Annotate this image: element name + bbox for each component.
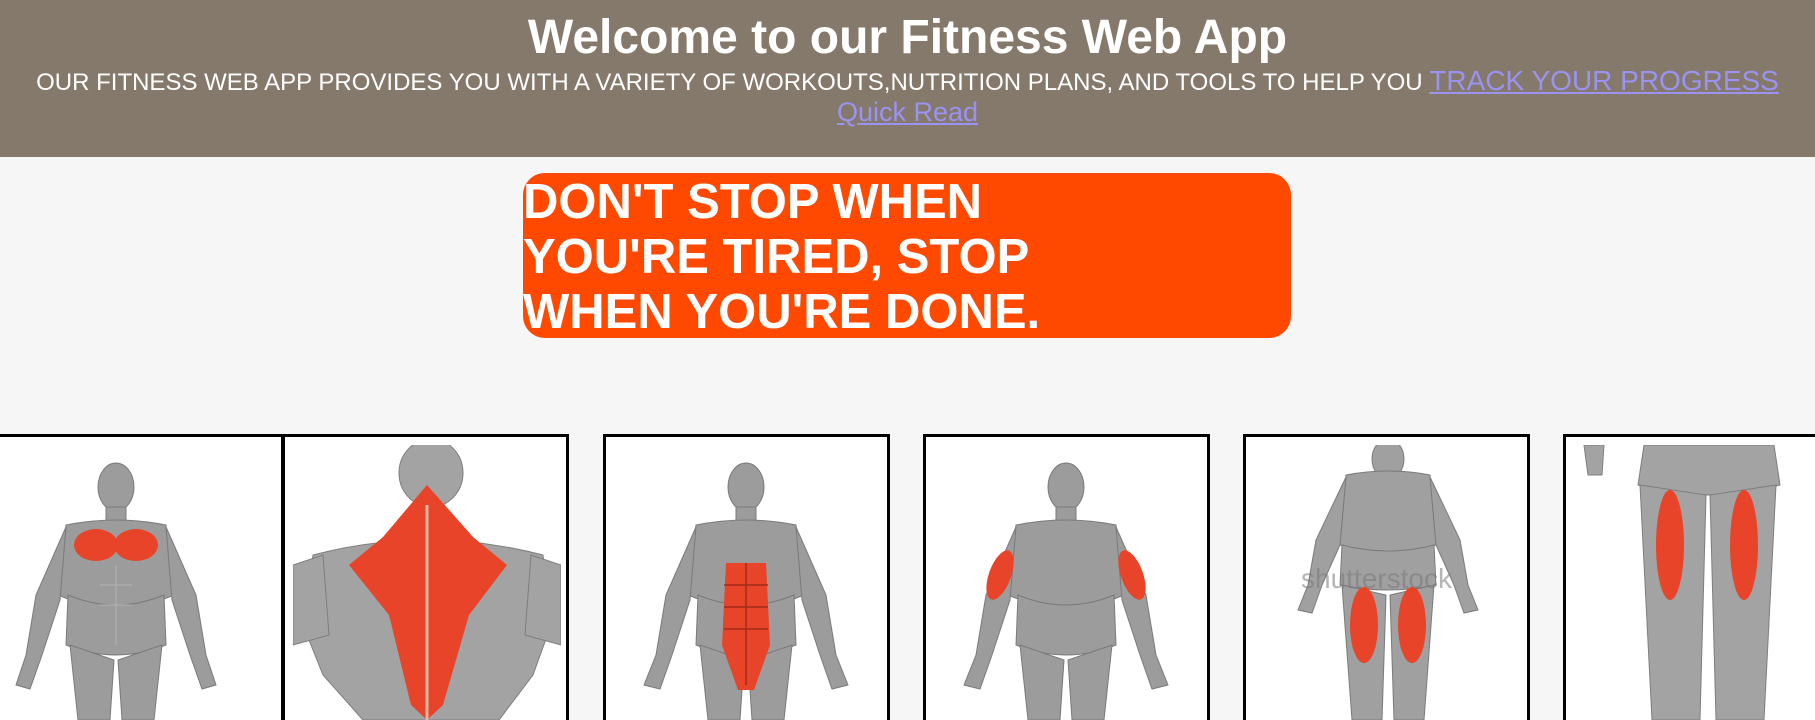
stock-watermark: shutterstock <box>1301 563 1452 594</box>
muscle-card-abs[interactable] <box>603 434 890 720</box>
muscle-gallery: shutterstock <box>0 434 1815 720</box>
motivational-quote: DON'T STOP WHEN YOU'RE TIRED, STOP WHEN … <box>523 173 1291 338</box>
back-muscle-image <box>293 445 561 720</box>
muscle-card-back[interactable] <box>282 434 569 720</box>
hamstrings-muscle-image <box>1574 445 1815 720</box>
page-title: Welcome to our Fitness Web App <box>527 11 1288 64</box>
track-progress-link[interactable]: TRACK YOUR PROGRESS <box>1429 65 1779 96</box>
tagline-text: OUR FITNESS WEB APP PROVIDES YOU WITH A … <box>36 69 1423 96</box>
biceps-muscle-image <box>934 445 1199 720</box>
abs-muscle-image <box>614 445 879 720</box>
muscle-card-chest[interactable] <box>0 434 284 720</box>
muscle-card-biceps[interactable] <box>923 434 1210 720</box>
header-tagline: OUR FITNESS WEB APP PROVIDES YOU WITH A … <box>0 66 1815 98</box>
quick-read-link[interactable]: Quick Read <box>837 97 978 127</box>
muscle-card-hamstrings[interactable] <box>1563 434 1815 720</box>
chest-muscle-image <box>8 445 273 720</box>
quick-read-row: Quick Read <box>0 96 1815 128</box>
muscle-card-quads[interactable]: shutterstock <box>1243 434 1530 720</box>
site-header: Welcome to our Fitness Web App OUR FITNE… <box>0 0 1815 157</box>
